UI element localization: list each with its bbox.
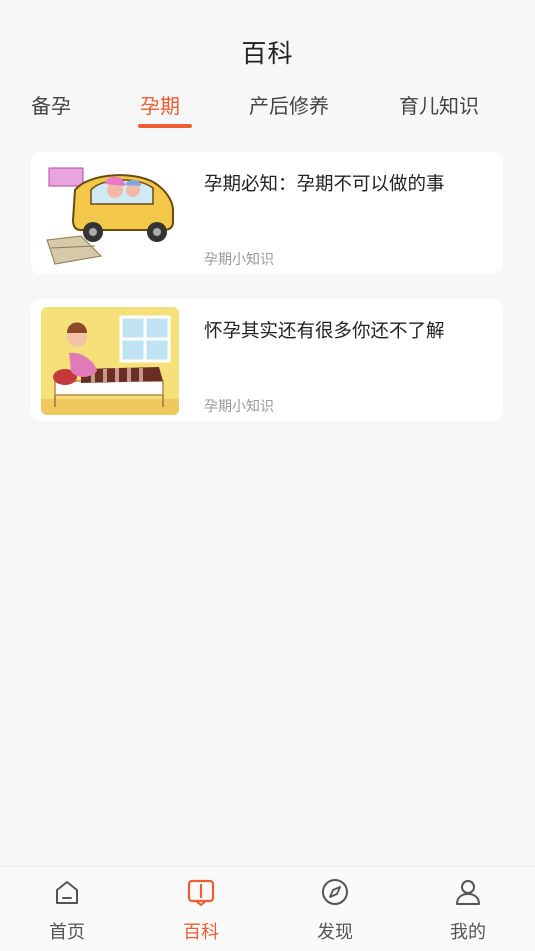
nav-discover[interactable]: 发现 — [268, 867, 402, 951]
article-category: 孕期小知识 — [204, 252, 274, 268]
nav-profile-label: 我的 — [450, 922, 486, 943]
article-card[interactable]: 怀孕其实还有很多你还不了解 孕期小知识 — [31, 299, 503, 421]
user-icon — [456, 880, 480, 905]
bottom-nav: 首页 百科 发现 我的 — [0, 866, 535, 951]
article-category: 孕期小知识 — [204, 399, 274, 415]
tab-chanhou[interactable]: 产后修养 — [249, 90, 329, 119]
article-title: 孕期必知：孕期不可以做的事 — [204, 174, 445, 195]
article-title: 怀孕其实还有很多你还不了解 — [204, 321, 445, 342]
book-icon — [187, 879, 215, 907]
nav-encyclopedia[interactable]: 百科 — [134, 867, 268, 951]
nav-profile[interactable]: 我的 — [401, 867, 535, 951]
tab-yuer[interactable]: 育儿知识 — [399, 90, 479, 119]
app-root: 百科 备孕 孕期 产后修养 育儿知识 孕期必知：孕期不可以做的事 孕期小知识 怀… — [0, 0, 535, 951]
nav-encyclopedia-label: 百科 — [183, 922, 219, 943]
active-tab-indicator — [138, 124, 192, 128]
tab-yunqi[interactable]: 孕期 — [140, 90, 180, 119]
cartoon-pregnant-woman-image — [41, 307, 179, 415]
compass-icon — [322, 879, 348, 905]
home-icon — [56, 881, 78, 904]
nav-discover-label: 发现 — [317, 922, 353, 943]
tab-beiyun[interactable]: 备孕 — [31, 90, 71, 119]
page-title: 百科 — [241, 39, 294, 68]
nav-home[interactable]: 首页 — [0, 867, 134, 951]
nav-home-label: 首页 — [49, 922, 85, 943]
article-card[interactable]: 孕期必知：孕期不可以做的事 孕期小知识 — [31, 152, 503, 274]
cartoon-car-image — [41, 160, 179, 268]
category-tabs: 备孕 孕期 产后修养 育儿知识 — [0, 90, 535, 130]
